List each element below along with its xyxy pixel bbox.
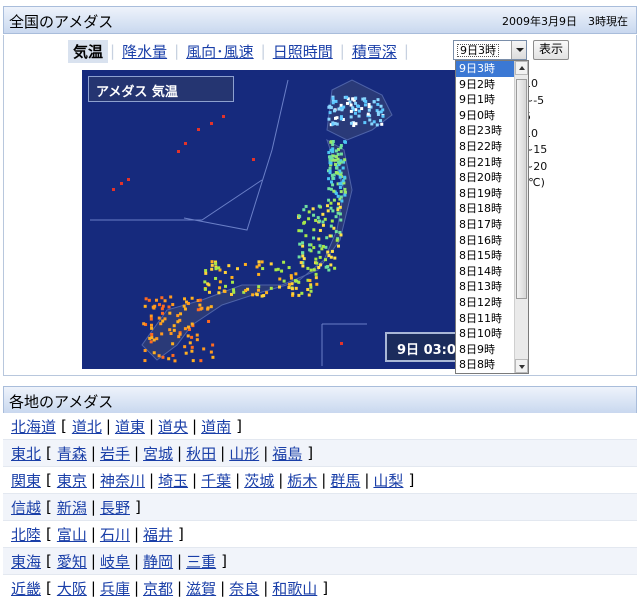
- time-option[interactable]: 8日21時: [456, 155, 514, 171]
- subregion-link[interactable]: 静岡: [143, 551, 173, 572]
- time-option[interactable]: 9日3時: [456, 61, 514, 77]
- legend-item: (℃): [524, 176, 545, 189]
- tab-snow-depth[interactable]: 積雪深: [347, 41, 402, 62]
- time-option[interactable]: 8日12時: [456, 295, 514, 311]
- time-option[interactable]: 8日10時: [456, 326, 514, 342]
- map-label: アメダス 気温: [88, 76, 234, 102]
- region-row: 東海[愛知 | 岐阜 | 静岡 | 三重]: [3, 548, 637, 575]
- amedas-national-header: 全国のアメダス 2009年3月9日 3時現在: [3, 6, 637, 34]
- region-link[interactable]: 北海道: [11, 416, 56, 437]
- time-option[interactable]: 8日9時: [456, 342, 514, 358]
- show-button[interactable]: 表示: [533, 40, 569, 60]
- scroll-thumb[interactable]: [516, 79, 527, 299]
- page-title: 全国のアメダス: [9, 13, 114, 31]
- region-link[interactable]: 北陸: [11, 524, 41, 545]
- subregion-link[interactable]: 岐阜: [100, 551, 130, 572]
- timestamp: 2009年3月9日 3時現在: [502, 15, 628, 28]
- subregion-link[interactable]: 山形: [229, 443, 259, 464]
- scroll-down-icon[interactable]: [515, 359, 528, 373]
- region-link[interactable]: 東海: [11, 551, 41, 572]
- time-option[interactable]: 8日23時: [456, 123, 514, 139]
- subregion-link[interactable]: 福井: [143, 524, 173, 545]
- subregion-link[interactable]: 東京: [57, 470, 87, 491]
- subregion-link[interactable]: 兵庫: [100, 578, 130, 599]
- time-option[interactable]: 9日2時: [456, 77, 514, 93]
- time-option[interactable]: 8日18時: [456, 201, 514, 217]
- region-link[interactable]: 近畿: [11, 578, 41, 599]
- subregion-link[interactable]: 和歌山: [272, 578, 317, 599]
- region-row: 東北[青森 | 岩手 | 宮城 | 秋田 | 山形 | 福島]: [3, 440, 637, 467]
- subregion-link[interactable]: 秋田: [186, 443, 216, 464]
- time-option[interactable]: 8日13時: [456, 279, 514, 295]
- subregion-link[interactable]: 群馬: [330, 470, 360, 491]
- region-list: 北海道[道北 | 道東 | 道央 | 道南] 東北[青森 | 岩手 | 宮城 | 秋田 | 山形 | 福島] 関東[…: [3, 413, 637, 600]
- time-option[interactable]: 8日11時: [456, 311, 514, 327]
- subregion-link[interactable]: 神奈川: [100, 470, 145, 491]
- legend-item: ~20: [524, 159, 548, 173]
- subregion-link[interactable]: 愛知: [57, 551, 87, 572]
- region-link[interactable]: 東北: [11, 443, 41, 464]
- region-row: 信越[新潟 | 長野]: [3, 494, 637, 521]
- time-option[interactable]: 8日17時: [456, 217, 514, 233]
- subregion-link[interactable]: 道東: [115, 416, 145, 437]
- region-link[interactable]: 信越: [11, 497, 41, 518]
- time-select[interactable]: 9日3時: [453, 40, 527, 60]
- subregion-link[interactable]: 栃木: [287, 470, 317, 491]
- time-option[interactable]: 8日19時: [456, 186, 514, 202]
- subregion-link[interactable]: 福島: [272, 443, 302, 464]
- subregion-link[interactable]: 三重: [186, 551, 216, 572]
- time-option[interactable]: 8日22時: [456, 139, 514, 155]
- scroll-up-icon[interactable]: [515, 61, 528, 75]
- subregion-link[interactable]: 大阪: [57, 578, 87, 599]
- subregion-link[interactable]: 道北: [72, 416, 102, 437]
- subregion-link[interactable]: 富山: [57, 524, 87, 545]
- legend-item: ~-5: [524, 93, 545, 107]
- subregion-link[interactable]: 長野: [100, 497, 130, 518]
- region-row: 北海道[道北 | 道東 | 道央 | 道南]: [3, 413, 637, 440]
- legend-item: 10: [524, 126, 538, 140]
- region-row: 近畿[大阪 | 兵庫 | 京都 | 滋賀 | 奈良 | 和歌山]: [3, 575, 637, 600]
- subregion-link[interactable]: 道南: [201, 416, 231, 437]
- subregion-link[interactable]: 道央: [158, 416, 188, 437]
- subregion-link[interactable]: 京都: [143, 578, 173, 599]
- tab-wind[interactable]: 風向･風速: [181, 41, 259, 62]
- time-dropdown-list[interactable]: 9日3時 9日2時 9日1時 9日0時 8日23時 8日22時 8日21時 8日20時 8日19…: [455, 60, 529, 374]
- time-select-value: 9日3時: [457, 44, 499, 57]
- legend-item: 10: [524, 77, 538, 90]
- legend-item: ~15: [524, 143, 548, 156]
- region-row: 北陸[富山 | 石川 | 福井]: [3, 521, 637, 548]
- time-option[interactable]: 9日0時: [456, 108, 514, 124]
- subregion-link[interactable]: 山梨: [373, 470, 403, 491]
- time-option[interactable]: 8日8時: [456, 357, 514, 373]
- time-option[interactable]: 8日15時: [456, 248, 514, 264]
- temperature-legend: 10 ~-5 5 10 ~15 ~20 (℃): [524, 76, 564, 192]
- subregion-link[interactable]: 石川: [100, 524, 130, 545]
- subregion-link[interactable]: 宮城: [143, 443, 173, 464]
- element-tabs: 気温 | 降水量 | 風向･風速 | 日照時間 | 積雪深 |: [68, 39, 411, 63]
- tab-sunshine[interactable]: 日照時間: [268, 41, 338, 62]
- subregion-link[interactable]: 青森: [57, 443, 87, 464]
- subregion-link[interactable]: 岩手: [100, 443, 130, 464]
- legend-item: 5: [524, 109, 564, 126]
- dropdown-scrollbar[interactable]: [514, 61, 528, 373]
- subregion-link[interactable]: 埼玉: [158, 470, 188, 491]
- regions-header: 各地のアメダス: [3, 386, 637, 414]
- region-row: 関東[東京 | 神奈川 | 埼玉 | 千葉 | 茨城 | 栃木 | 群馬 | 山梨]: [3, 467, 637, 494]
- regions-title: 各地のアメダス: [9, 393, 114, 411]
- subregion-link[interactable]: 千葉: [201, 470, 231, 491]
- time-option[interactable]: 8日16時: [456, 233, 514, 249]
- tab-temperature[interactable]: 気温: [68, 39, 109, 63]
- subregion-link[interactable]: 滋賀: [186, 578, 216, 599]
- subregion-link[interactable]: 茨城: [244, 470, 274, 491]
- time-option[interactable]: 8日20時: [456, 170, 514, 186]
- subregion-link[interactable]: 新潟: [57, 497, 87, 518]
- time-option[interactable]: 8日14時: [456, 264, 514, 280]
- region-link[interactable]: 関東: [11, 470, 41, 491]
- chevron-down-icon[interactable]: [511, 41, 526, 59]
- subregion-link[interactable]: 奈良: [229, 578, 259, 599]
- time-option[interactable]: 9日1時: [456, 92, 514, 108]
- tab-precipitation[interactable]: 降水量: [117, 41, 172, 62]
